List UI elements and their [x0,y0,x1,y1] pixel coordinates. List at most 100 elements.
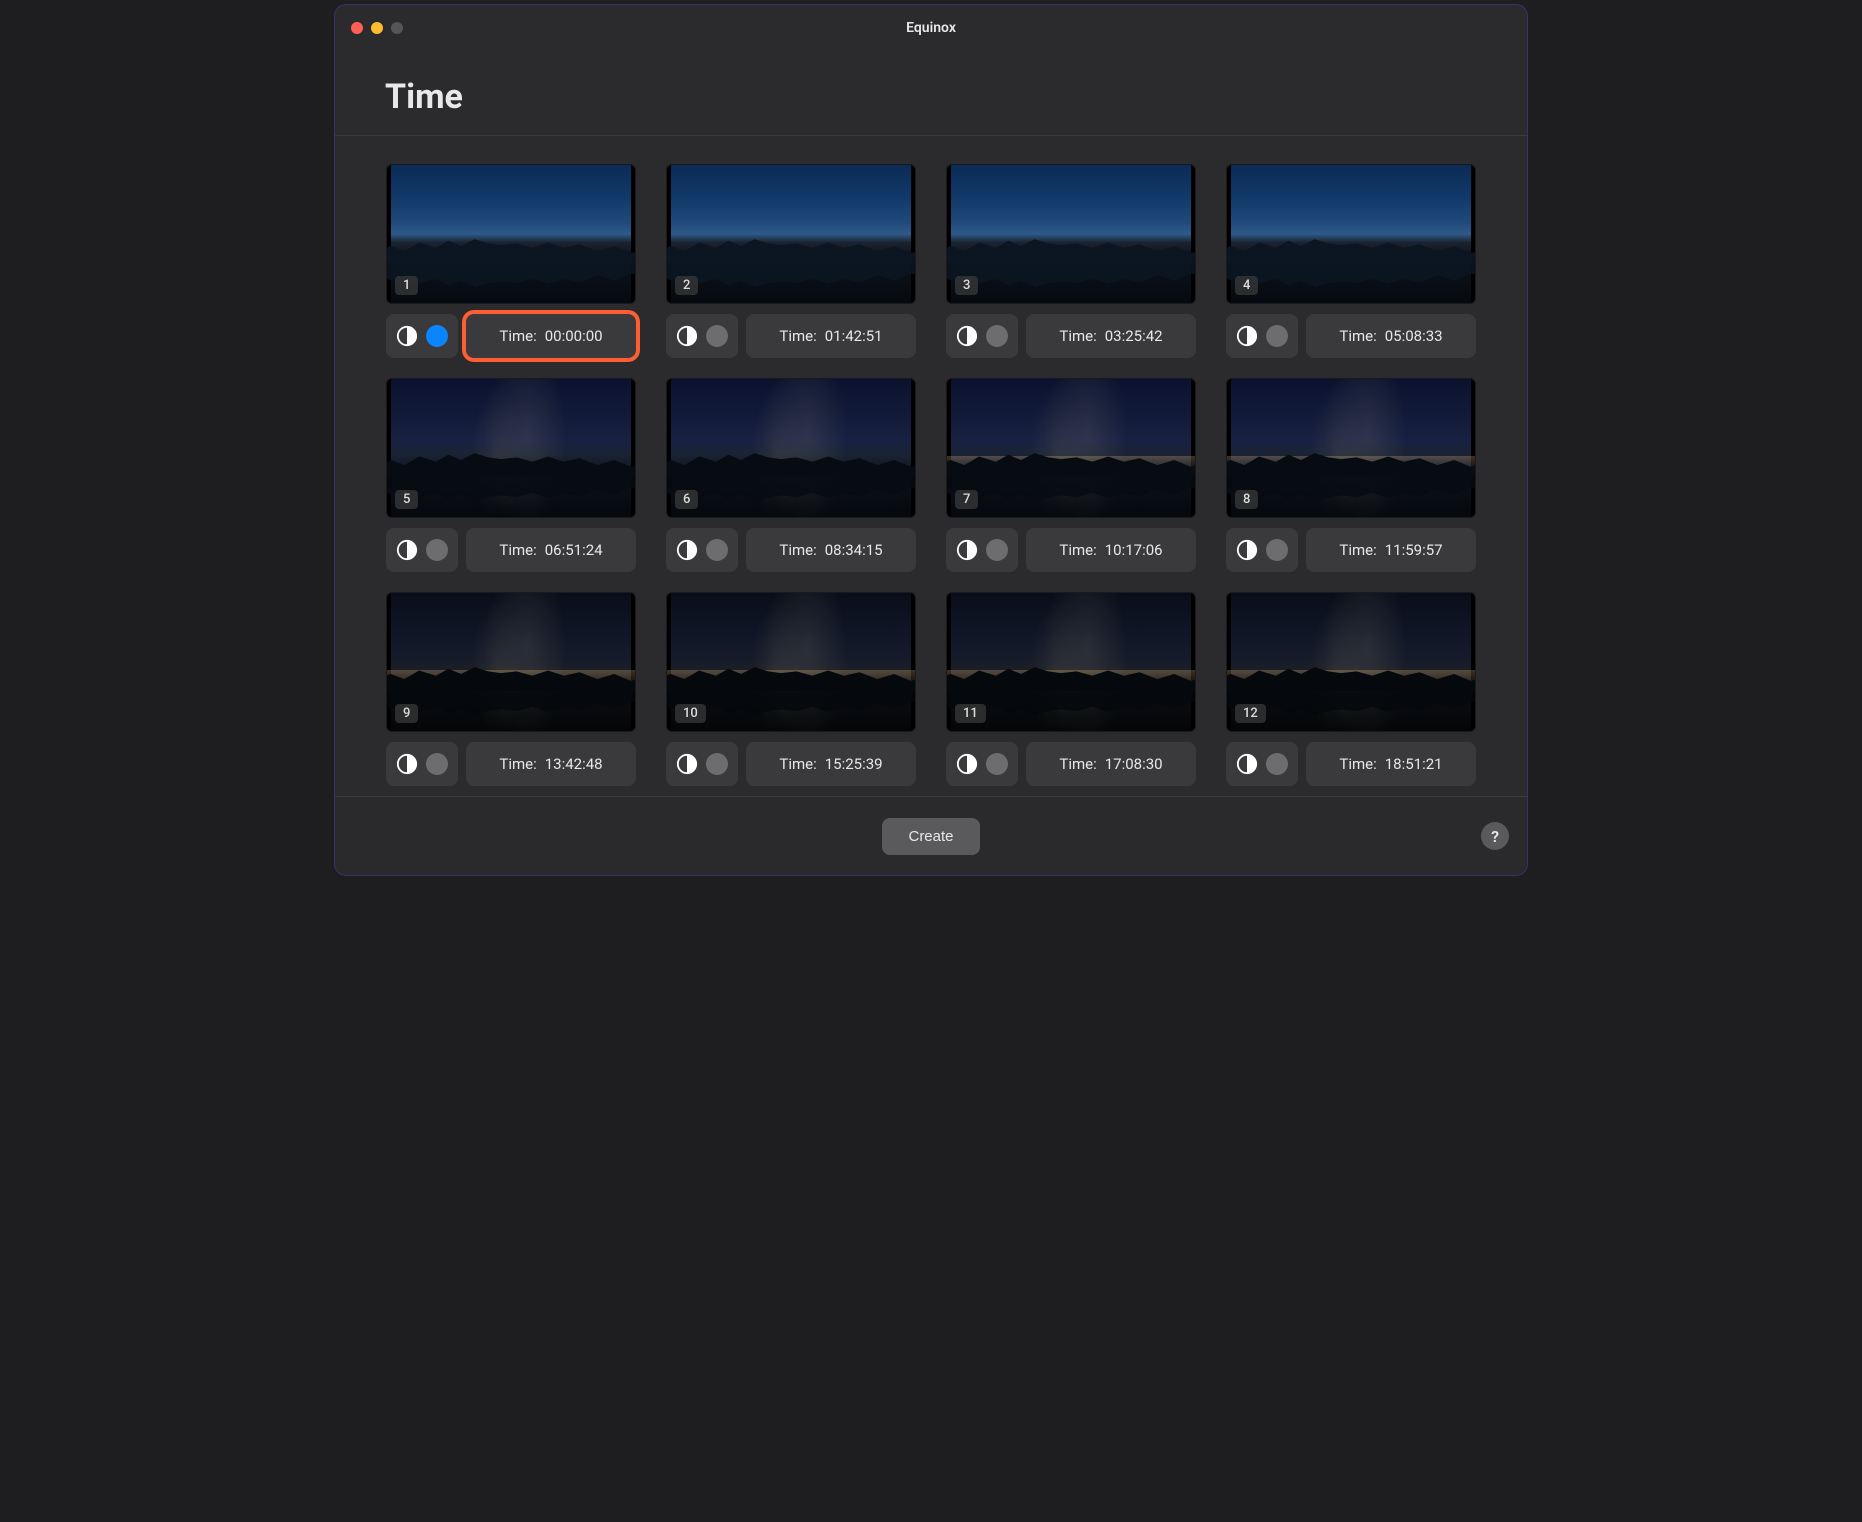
window-close-button[interactable] [351,22,363,34]
page-header: Time [335,51,1527,136]
thumbnail-card: 8 Time:11:59:57 [1226,378,1476,572]
appearance-toggle[interactable] [386,314,458,358]
thumbnail-controls: Time: 05:08:33 [1226,314,1476,358]
appearance-toggle[interactable] [946,528,1018,572]
time-label: Time: [499,541,536,559]
time-field[interactable]: Time:03:25:42 [1026,314,1196,358]
time-value: 15:25:39 [825,755,883,773]
appearance-toggle[interactable] [666,314,738,358]
thumbnail-image[interactable]: 10 [666,592,916,732]
footer: Create ? [335,796,1527,875]
appearance-toggle[interactable] [1226,742,1298,786]
appearance-toggle-indicator [1266,539,1288,561]
thumbnail-index-badge: 10 [675,704,706,723]
half-circle-icon [956,753,978,775]
thumbnail-card: 4 Time: 05:08:33 [1226,164,1476,358]
appearance-toggle-indicator [1266,325,1288,347]
time-field[interactable]: Time:11:59:57 [1306,528,1476,572]
half-circle-icon [396,753,418,775]
time-field[interactable]: Time:06:51:24 [466,528,636,572]
app-window: Equinox Time 1 Time:00:00:00 2 Time:01:4… [334,4,1528,876]
time-value: 10:17:06 [1105,541,1163,559]
appearance-toggle-indicator [986,753,1008,775]
appearance-toggle-indicator [426,539,448,561]
thumbnail-card: 9 Time:13:42:48 [386,592,636,786]
appearance-toggle[interactable] [946,742,1018,786]
time-label: Time: [1059,327,1096,345]
half-circle-icon [676,753,698,775]
titlebar: Equinox [335,5,1527,51]
half-circle-icon [1236,325,1258,347]
thumbnail-image[interactable]: 1 [386,164,636,304]
thumbnail-image[interactable]: 8 [1226,378,1476,518]
time-value: 00:00:00 [545,327,603,345]
thumbnail-controls: Time:11:59:57 [1226,528,1476,572]
thumbnail-index-badge: 3 [955,276,978,295]
half-circle-icon [676,539,698,561]
thumbnail-index-badge: 11 [955,704,986,723]
appearance-toggle-indicator [706,325,728,347]
window-minimize-button[interactable] [371,22,383,34]
time-field[interactable]: Time: 17:08:30 [1026,742,1196,786]
time-field[interactable]: Time:13:42:48 [466,742,636,786]
time-label: Time: [1059,541,1096,559]
time-label: Time: [779,755,816,773]
thumbnail-controls: Time:06:51:24 [386,528,636,572]
appearance-toggle[interactable] [386,742,458,786]
page-title: Time [385,77,1477,117]
time-value: 11:59:57 [1385,541,1443,559]
thumbnail-image[interactable]: 11 [946,592,1196,732]
window-maximize-button[interactable] [391,22,403,34]
appearance-toggle-indicator [706,539,728,561]
appearance-toggle-indicator [426,325,448,347]
appearance-toggle[interactable] [1226,314,1298,358]
appearance-toggle[interactable] [946,314,1018,358]
appearance-toggle[interactable] [1226,528,1298,572]
thumbnail-image[interactable]: 6 [666,378,916,518]
thumbnail-index-badge: 4 [1235,276,1258,295]
half-circle-icon [956,325,978,347]
time-field[interactable]: Time: 18:51:21 [1306,742,1476,786]
half-circle-icon [396,325,418,347]
thumbnail-card: 11 Time: 17:08:30 [946,592,1196,786]
time-field[interactable]: Time: 15:25:39 [746,742,916,786]
thumbnail-image[interactable]: 5 [386,378,636,518]
appearance-toggle[interactable] [666,528,738,572]
time-label: Time: [779,327,816,345]
thumbnail-image[interactable]: 7 [946,378,1196,518]
thumbnail-index-badge: 5 [395,490,418,509]
half-circle-icon [676,325,698,347]
help-button[interactable]: ? [1481,822,1509,850]
time-field[interactable]: Time: 01:42:51 [746,314,916,358]
time-value: 18:51:21 [1385,755,1443,773]
thumbnail-image[interactable]: 12 [1226,592,1476,732]
time-field[interactable]: Time: 10:17:06 [1026,528,1196,572]
thumbnail-grid: 1 Time:00:00:00 2 Time:01:42:51 3 Time:0… [335,136,1527,796]
appearance-toggle[interactable] [666,742,738,786]
time-label: Time: [1339,755,1376,773]
thumbnail-card: 3 Time:03:25:42 [946,164,1196,358]
time-value: 08:34:15 [825,541,883,559]
thumbnail-image[interactable]: 2 [666,164,916,304]
time-field[interactable]: Time: 05:08:33 [1306,314,1476,358]
time-label: Time: [1059,755,1096,773]
thumbnail-image[interactable]: 3 [946,164,1196,304]
time-value: 05:08:33 [1385,327,1443,345]
thumbnail-card: 2 Time: 01:42:51 [666,164,916,358]
time-label: Time: [1339,327,1376,345]
time-field[interactable]: Time:00:00:00 [466,314,636,358]
time-value: 17:08:30 [1105,755,1163,773]
thumbnail-index-badge: 2 [675,276,698,295]
appearance-toggle[interactable] [386,528,458,572]
time-value: 01:42:51 [825,327,883,345]
thumbnail-image[interactable]: 9 [386,592,636,732]
thumbnail-card: 10 Time: 15:25:39 [666,592,916,786]
create-button[interactable]: Create [882,818,979,855]
time-field[interactable]: Time:08:34:15 [746,528,916,572]
thumbnail-image[interactable]: 4 [1226,164,1476,304]
thumbnail-index-badge: 7 [955,490,978,509]
thumbnail-controls: Time: 15:25:39 [666,742,916,786]
thumbnail-controls: Time: 10:17:06 [946,528,1196,572]
half-circle-icon [1236,539,1258,561]
time-label: Time: [499,755,536,773]
